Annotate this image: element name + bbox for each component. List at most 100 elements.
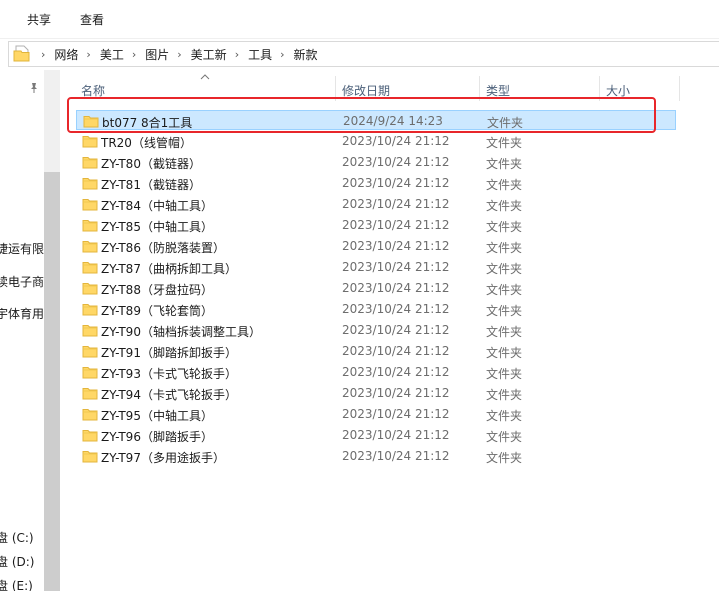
nav-drive-c[interactable]: 盘 (C:) (0, 529, 34, 546)
file-modified-date: 2023/10/24 21:12 (342, 218, 450, 232)
file-row[interactable]: TR20（线管帽） 2023/10/24 21:12 文件夹 (76, 131, 676, 151)
file-type: 文件夹 (486, 367, 523, 381)
file-type: 文件夹 (486, 388, 523, 402)
file-name[interactable]: ZY-T81（截链器） (101, 176, 201, 193)
navigation-pane: 捷运有限 读电子商 宇体育用 盘 (C:) 盘 (D:) 盘 (E:) (0, 70, 44, 591)
folder-icon (82, 430, 98, 442)
file-name[interactable]: ZY-T87（曲柄拆卸工具） (101, 260, 237, 277)
folder-icon (82, 325, 98, 337)
file-name[interactable]: ZY-T91（脚踏拆卸扳手） (101, 344, 237, 361)
file-modified-date: 2023/10/24 21:12 (342, 302, 450, 316)
breadcrumb-meigong[interactable]: 美工 (100, 46, 124, 63)
file-row[interactable]: ZY-T97（多用途扳手） 2023/10/24 21:12 文件夹 (76, 446, 676, 466)
file-modified-date: 2023/10/24 21:12 (342, 155, 450, 169)
file-name[interactable]: ZY-T90（轴档拆装调整工具） (101, 323, 261, 340)
file-type: 文件夹 (486, 346, 523, 360)
file-type: 文件夹 (486, 283, 523, 297)
breadcrumb-new-models[interactable]: 新款 (294, 46, 318, 63)
folder-icon (82, 346, 98, 358)
file-type: 文件夹 (486, 262, 523, 276)
file-type: 文件夹 (486, 430, 523, 444)
file-modified-date: 2023/10/24 21:12 (342, 428, 450, 442)
breadcrumb-pictures[interactable]: 图片 (145, 46, 169, 63)
file-type: 文件夹 (486, 304, 523, 318)
file-name[interactable]: TR20（线管帽） (101, 134, 192, 151)
chevron-right-icon: › (41, 47, 46, 61)
file-row[interactable]: ZY-T96（脚踏扳手） 2023/10/24 21:12 文件夹 (76, 425, 676, 445)
breadcrumb-network[interactable]: 网络 (54, 46, 78, 63)
folder-icon (82, 409, 98, 421)
file-row[interactable]: ZY-T94（卡式飞轮扳手） 2023/10/24 21:12 文件夹 (76, 383, 676, 403)
file-name[interactable]: ZY-T93（卡式飞轮扳手） (101, 365, 237, 382)
file-name[interactable]: ZY-T89（飞轮套筒） (101, 302, 213, 319)
folder-icon (13, 45, 30, 62)
file-modified-date: 2023/10/24 21:12 (342, 281, 450, 295)
file-name[interactable]: ZY-T94（卡式飞轮扳手） (101, 386, 237, 403)
file-row[interactable]: ZY-T80（截链器） 2023/10/24 21:12 文件夹 (76, 152, 676, 172)
file-name[interactable]: ZY-T96（脚踏扳手） (101, 428, 213, 445)
file-row[interactable]: ZY-T85（中轴工具） 2023/10/24 21:12 文件夹 (76, 215, 676, 235)
annotation-highlight-box (67, 97, 656, 133)
folder-icon (82, 220, 98, 232)
file-modified-date: 2023/10/24 21:12 (342, 449, 450, 463)
tab-share[interactable]: 共享 (27, 11, 51, 28)
folder-icon (82, 241, 98, 253)
chevron-right-icon[interactable]: › (132, 48, 136, 61)
sort-ascending-icon (200, 74, 210, 80)
folder-icon (82, 304, 98, 316)
tab-view[interactable]: 查看 (80, 11, 104, 28)
chevron-right-icon[interactable]: › (86, 48, 90, 61)
ribbon: 共享 查看 (0, 0, 719, 38)
file-type: 文件夹 (486, 220, 523, 234)
file-type: 文件夹 (486, 325, 523, 339)
file-name[interactable]: ZY-T85（中轴工具） (101, 218, 213, 235)
file-row[interactable]: ZY-T95（中轴工具） 2023/10/24 21:12 文件夹 (76, 404, 676, 424)
file-type: 文件夹 (486, 451, 523, 465)
file-name[interactable]: ZY-T80（截链器） (101, 155, 201, 172)
nav-item-2[interactable]: 读电子商 (0, 273, 44, 290)
file-row[interactable]: ZY-T90（轴档拆装调整工具） 2023/10/24 21:12 文件夹 (76, 320, 676, 340)
file-type: 文件夹 (486, 409, 523, 423)
breadcrumb: › 网络 › 美工 › 图片 › 美工新 › 工具 › 新款 (33, 42, 318, 66)
file-modified-date: 2023/10/24 21:12 (342, 134, 450, 148)
pin-icon[interactable] (28, 82, 40, 94)
file-modified-date: 2023/10/24 21:12 (342, 365, 450, 379)
file-name[interactable]: ZY-T84（中轴工具） (101, 197, 213, 214)
nav-drive-d[interactable]: 盘 (D:) (0, 553, 34, 570)
file-row[interactable]: ZY-T81（截链器） 2023/10/24 21:12 文件夹 (76, 173, 676, 193)
chevron-right-icon[interactable]: › (235, 48, 239, 61)
breadcrumb-meigong-new[interactable]: 美工新 (191, 46, 227, 63)
chevron-right-icon[interactable]: › (177, 48, 181, 61)
file-row[interactable]: ZY-T84（中轴工具） 2023/10/24 21:12 文件夹 (76, 194, 676, 214)
breadcrumb-tools[interactable]: 工具 (248, 46, 272, 63)
file-name[interactable]: ZY-T95（中轴工具） (101, 407, 213, 424)
file-modified-date: 2023/10/24 21:12 (342, 344, 450, 358)
file-row[interactable]: ZY-T93（卡式飞轮扳手） 2023/10/24 21:12 文件夹 (76, 362, 676, 382)
nav-scrollbar-thumb[interactable] (44, 172, 60, 591)
file-row[interactable]: ZY-T88（牙盘拉码） 2023/10/24 21:12 文件夹 (76, 278, 676, 298)
address-bar-row: › 网络 › 美工 › 图片 › 美工新 › 工具 › 新款 (0, 39, 719, 68)
file-modified-date: 2023/10/24 21:12 (342, 197, 450, 211)
chevron-right-icon[interactable]: › (280, 48, 284, 61)
file-type: 文件夹 (486, 157, 523, 171)
file-row[interactable]: ZY-T89（飞轮套筒） 2023/10/24 21:12 文件夹 (76, 299, 676, 319)
nav-item-1[interactable]: 捷运有限 (0, 240, 44, 257)
file-modified-date: 2023/10/24 21:12 (342, 407, 450, 421)
file-row[interactable]: ZY-T87（曲柄拆卸工具） 2023/10/24 21:12 文件夹 (76, 257, 676, 277)
address-bar[interactable]: › 网络 › 美工 › 图片 › 美工新 › 工具 › 新款 (8, 41, 719, 67)
file-name[interactable]: ZY-T97（多用途扳手） (101, 449, 225, 466)
file-name[interactable]: ZY-T88（牙盘拉码） (101, 281, 213, 298)
folder-icon (82, 262, 98, 274)
file-name[interactable]: ZY-T86（防脱落装置） (101, 239, 225, 256)
folder-icon (82, 451, 98, 463)
file-row[interactable]: ZY-T91（脚踏拆卸扳手） 2023/10/24 21:12 文件夹 (76, 341, 676, 361)
file-row[interactable]: ZY-T86（防脱落装置） 2023/10/24 21:12 文件夹 (76, 236, 676, 256)
file-type: 文件夹 (486, 199, 523, 213)
nav-drive-e[interactable]: 盘 (E:) (0, 577, 33, 591)
file-modified-date: 2023/10/24 21:12 (342, 260, 450, 274)
file-type: 文件夹 (486, 178, 523, 192)
nav-item-3[interactable]: 宇体育用 (0, 305, 44, 322)
file-modified-date: 2023/10/24 21:12 (342, 386, 450, 400)
column-divider[interactable] (679, 76, 680, 101)
file-modified-date: 2023/10/24 21:12 (342, 239, 450, 253)
